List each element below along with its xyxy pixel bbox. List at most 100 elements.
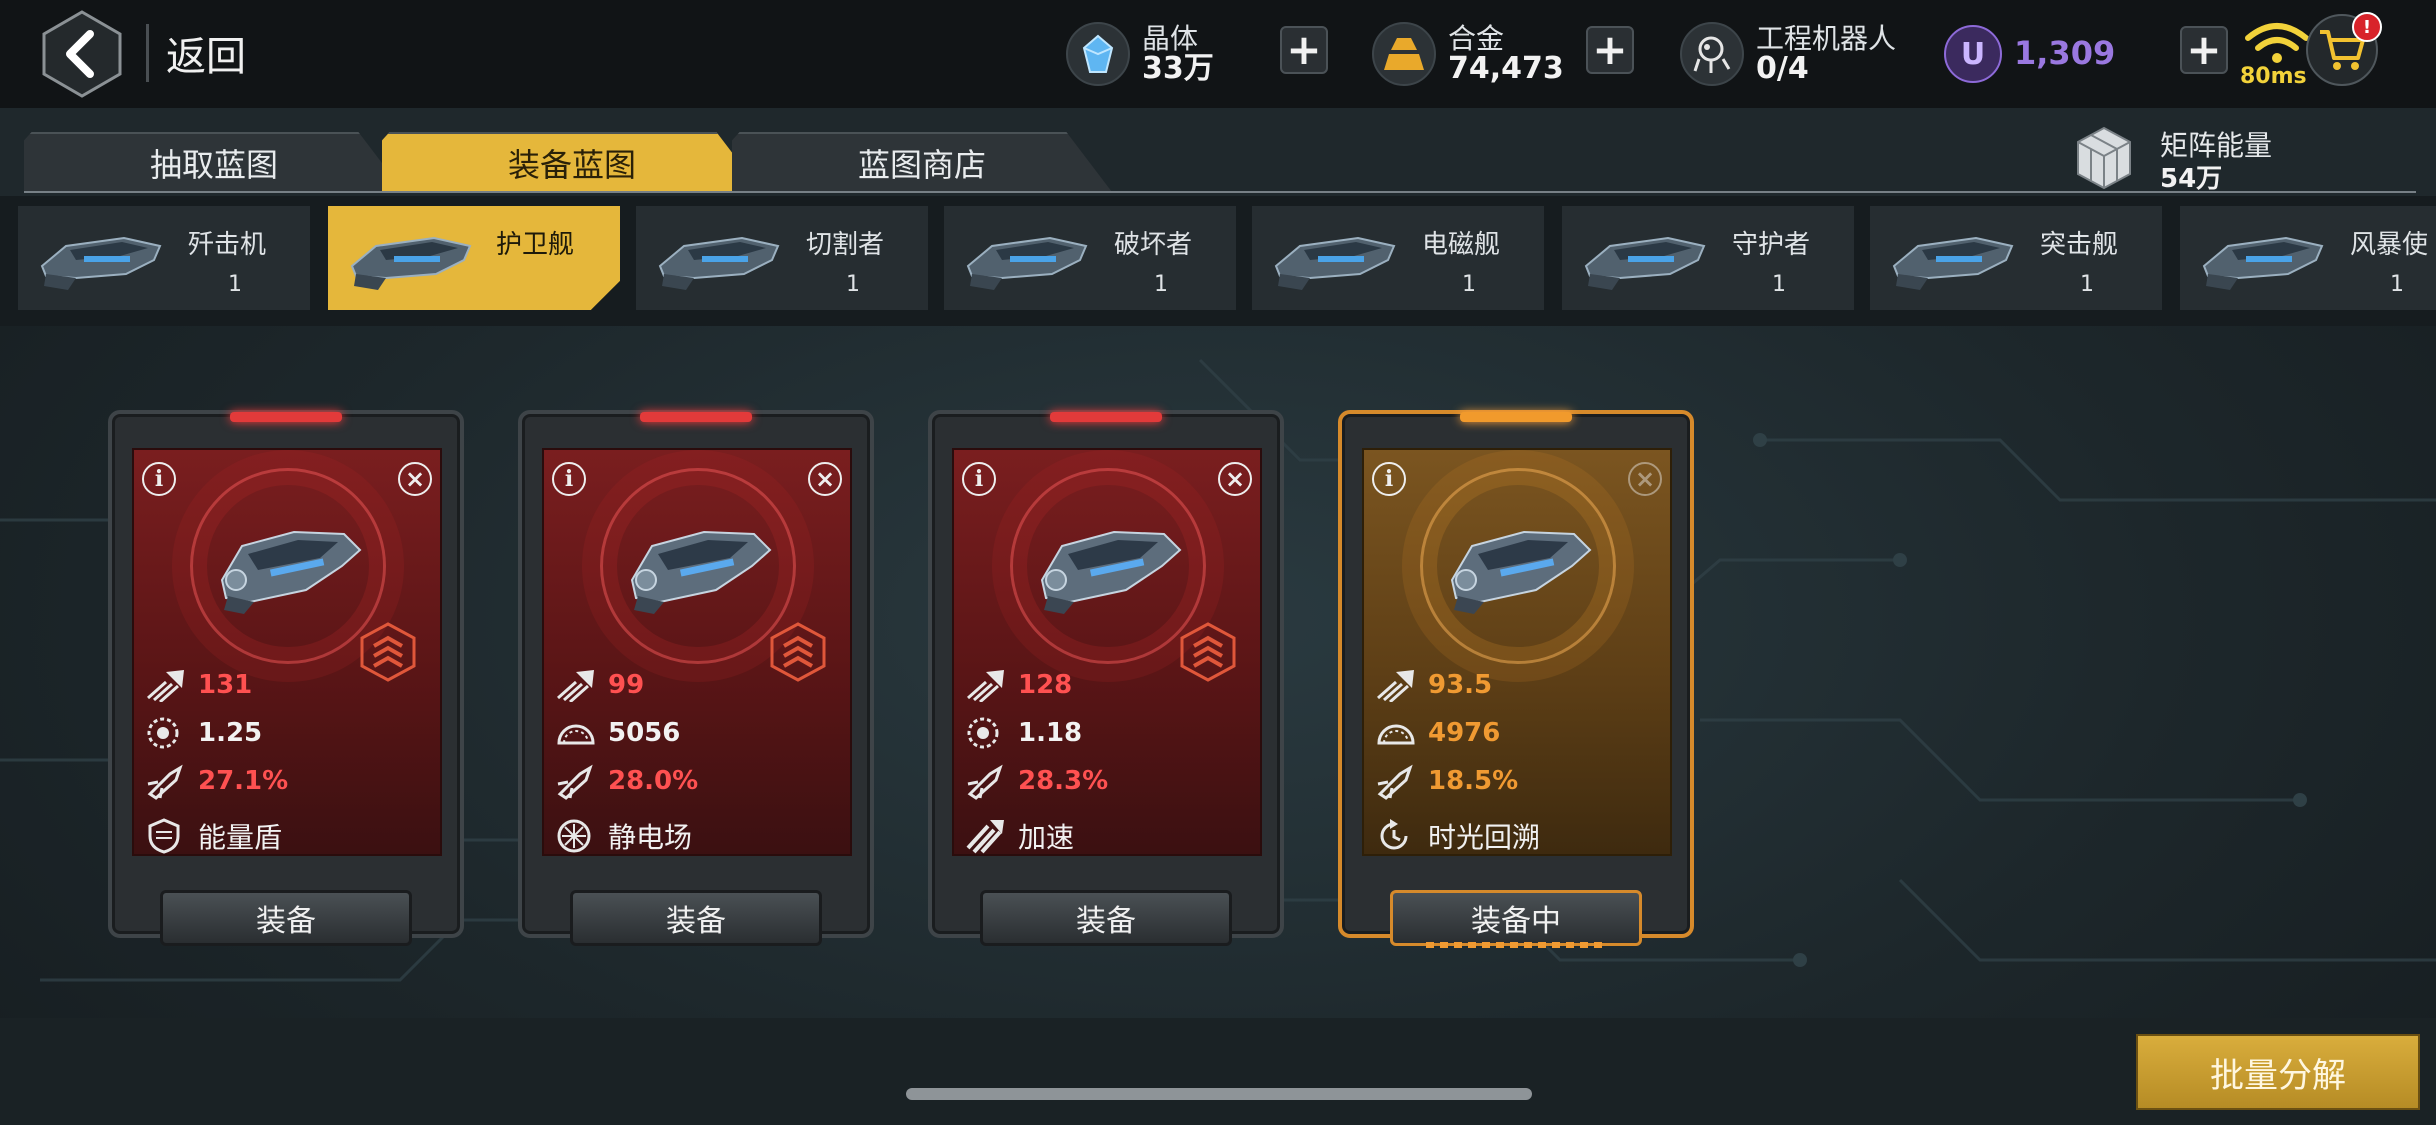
alloy-icon [1372,22,1436,86]
ship-count: 1 [846,272,860,297]
ship-tab-4[interactable]: 破坏者 1 [944,206,1236,310]
card-status-light [1460,412,1572,422]
ship-thumbnail [1580,216,1710,300]
crit-value: 18.5% [1428,766,1519,796]
ship-count: 1 [1772,272,1786,297]
card-status-light [230,412,342,422]
resource-robot: 工程机器人 0/4 [1680,14,1896,94]
crit-icon [966,764,1006,800]
ship-name: 风暴使 [2350,230,2429,260]
crit-icon [146,764,186,800]
back-arrow-icon [42,10,122,98]
stat-secondary: 1.18 [966,716,1082,750]
stat-attack: 131 [146,668,252,704]
ship-thumbnail [1888,216,2018,300]
add-alloy-button[interactable]: + [1586,26,1634,74]
card-status-light [640,412,752,422]
crystal-icon [1066,22,1130,86]
ship-tab-6[interactable]: 守护者 1 [1562,206,1854,310]
ship-name: 电磁舰 [1422,230,1501,260]
ship-tab-7[interactable]: 突击舰 1 [1870,206,2162,310]
u-currency-icon: U [1944,14,2014,94]
back-button[interactable] [42,10,122,98]
resource-name: 晶体 [1142,21,1199,55]
crit-value: 28.3% [1018,766,1109,796]
ship-name: 突击舰 [2040,230,2119,260]
ship-tab-3[interactable]: 切割者 1 [636,206,928,310]
card-panel: i × 99 5056 28.0% 静电场 [542,448,852,856]
blueprint-card[interactable]: i × 128 1.18 28.3% 加速 装备 [928,410,1284,946]
rate-icon [146,716,186,750]
stat-crit: 18.5% [1376,764,1519,800]
batch-decompose-button[interactable]: 批量分解 [2136,1034,2420,1110]
ship-name: 歼击机 [188,230,267,260]
crit-icon [556,764,596,800]
secondary-value: 1.25 [198,718,263,748]
back-label[interactable]: 返回 [166,24,246,82]
ship-name: 护卫舰 [496,230,575,260]
ship-thumbnail [1270,216,1400,300]
card-panel: i × 128 1.18 28.3% 加速 [952,448,1262,856]
blueprint-card[interactable]: i × 99 5056 28.0% 静电场 装备 [518,410,874,946]
ship-tab-2[interactable]: 护卫舰 [328,206,620,310]
blueprint-card[interactable]: i × 131 1.25 27.1% 能量盾 装备 [108,410,464,946]
tab-draw-blueprint[interactable]: 抽取蓝图 [24,132,404,192]
ship-thumbnail [36,216,166,300]
durability-icon [1376,716,1416,750]
equip-button[interactable]: 装备 [980,890,1232,946]
card-skill: 加速 [966,816,1074,856]
info-icon[interactable]: i [1372,462,1406,496]
attack-icon [966,668,1006,704]
stat-crit: 28.0% [556,764,699,800]
ship-count: 1 [1462,272,1476,297]
stat-attack: 128 [966,668,1072,704]
ship-tab-1[interactable]: 歼击机 1 [18,206,310,310]
attack-icon [146,668,186,704]
rank-chevron-icon [770,622,826,682]
equipped-button[interactable]: 装备中 [1390,890,1642,946]
static-field-icon [556,818,592,854]
shield-icon [146,818,182,854]
boost-icon [966,818,1004,854]
tab-blueprint-shop[interactable]: 蓝图商店 [732,132,1112,192]
rank-chevron-icon [360,622,416,682]
card-skill: 静电场 [556,816,692,856]
matrix-energy-value: 54万 [2160,164,2223,194]
info-icon[interactable]: i [962,462,996,496]
skill-name: 时光回溯 [1428,821,1541,854]
u-currency-value: 1,309 [2014,34,2116,72]
skill-name: 能量盾 [198,821,283,854]
attack-value: 93.5 [1428,670,1493,700]
info-icon[interactable]: i [142,462,176,496]
tab-equip-blueprint[interactable]: 装备蓝图 [382,132,762,192]
add-crystal-button[interactable]: + [1280,26,1328,74]
ship-image [624,510,774,620]
ship-tab-5[interactable]: 电磁舰 1 [1252,206,1544,310]
crit-value: 28.0% [608,766,699,796]
equip-button[interactable]: 装备 [570,890,822,946]
close-icon[interactable]: × [1628,462,1662,496]
info-icon[interactable]: i [552,462,586,496]
card-skill: 能量盾 [146,816,282,856]
resource-name: 合金 [1448,21,1505,55]
u-symbol: U [1960,36,1986,72]
close-icon[interactable]: × [1218,462,1252,496]
add-u-button[interactable]: + [2180,26,2228,74]
crit-value: 27.1% [198,766,289,796]
card-status-light [1050,412,1162,422]
ship-thumbnail [346,216,476,300]
ship-name: 破坏者 [1114,230,1193,260]
card-skill: 时光回溯 [1376,816,1540,856]
close-icon[interactable]: × [808,462,842,496]
ship-count: 1 [2390,272,2404,297]
ship-tab-8[interactable]: 风暴使 1 [2180,206,2436,310]
ship-thumbnail [654,216,784,300]
home-indicator [906,1088,1532,1100]
durability-icon [556,716,596,750]
equip-button[interactable]: 装备 [160,890,412,946]
blueprint-card[interactable]: i × 93.5 4976 18.5% 时光回溯 装备中 [1338,410,1694,948]
attack-icon [1376,668,1416,704]
resource-value: 33万 [1142,50,1214,86]
close-icon[interactable]: × [398,462,432,496]
stat-crit: 28.3% [966,764,1109,800]
